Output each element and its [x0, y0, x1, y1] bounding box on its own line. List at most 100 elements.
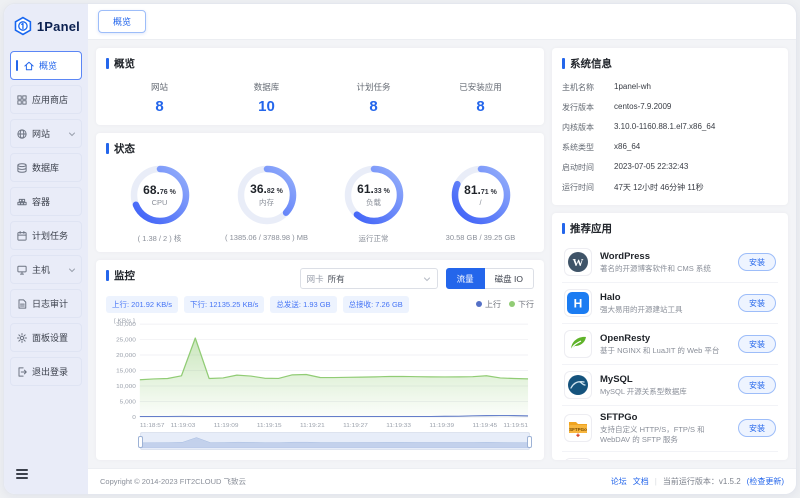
sidebar-item-label: 数据库	[32, 163, 60, 173]
gauge-: 36.82 % 内存 ( 1385.06 / 3788.98 ) MB	[213, 164, 320, 244]
legend-item[interactable]: 上行	[476, 299, 501, 310]
legend-item[interactable]: 下行	[509, 299, 534, 310]
sidebar-item-home[interactable]: 概览	[10, 51, 82, 80]
svg-text:5,000: 5,000	[120, 399, 137, 406]
docs-link[interactable]: 文档	[633, 476, 649, 487]
app-name-link[interactable]: OpenResty	[600, 333, 730, 344]
overview-stat: 计划任务 8	[320, 81, 427, 115]
svg-text:SFTPGo: SFTPGo	[569, 427, 587, 432]
brand-logo[interactable]: 1Panel	[4, 4, 88, 44]
stat-value-link[interactable]: 8	[106, 98, 213, 115]
svg-text:10,000: 10,000	[116, 383, 136, 390]
tab-overview[interactable]: 概览	[98, 10, 147, 33]
sidebar-item-database[interactable]: 数据库	[10, 153, 82, 182]
footer-separator: |	[654, 477, 657, 486]
install-button[interactable]: 安装	[738, 294, 776, 312]
check-update-link[interactable]: (检查更新)	[747, 476, 784, 487]
footer: Copyright © 2014-2023 FIT2CLOUD 飞致云 论坛 文…	[88, 468, 796, 494]
svg-text:W: W	[573, 257, 584, 269]
stat-value-link[interactable]: 10	[213, 98, 320, 115]
install-button[interactable]: 安装	[738, 335, 776, 353]
monitor-header: 监控 网卡 所有 流量 磁盘 IO	[106, 268, 534, 289]
app-row-sftpgo: SFTPGo SFTPGo 支持自定义 HTTP/S，FTP/S 和 WebDA…	[562, 405, 778, 451]
info-value: centos-7.9.2009	[614, 101, 672, 111]
overview-stat: 网站 8	[106, 81, 213, 115]
chevron-down-icon	[68, 130, 76, 138]
sidebar-item-label: 应用商店	[32, 95, 69, 105]
datazoom-handle-right[interactable]	[527, 435, 532, 448]
database-icon	[16, 162, 28, 174]
logout-icon	[16, 366, 28, 378]
install-button[interactable]: 安装	[738, 376, 776, 394]
app-info: OpenResty 基于 NGINX 和 LuaJIT 的 Web 平台	[600, 333, 730, 356]
datazoom-handle-left[interactable]	[138, 435, 143, 448]
schedule-icon	[16, 230, 28, 242]
app-info: Halo 强大易用的开源建站工具	[600, 292, 730, 315]
stat-label: 数据库	[253, 82, 280, 92]
gauge-detail: ( 1.38 / 2 ) 核	[137, 234, 182, 243]
gauge-: 81.71 % / 30.58 GB / 39.25 GB	[427, 164, 534, 244]
chart-datazoom-slider[interactable]	[138, 431, 532, 450]
app-name-link[interactable]: WordPress	[600, 251, 730, 262]
sidebar-item-globe[interactable]: 网站	[10, 119, 82, 148]
traffic-mode-button[interactable]: 流量	[445, 268, 485, 289]
gauge-detail: ( 1385.06 / 3788.98 ) MB	[225, 233, 308, 242]
disk-io-mode-button[interactable]: 磁盘 IO	[484, 268, 534, 289]
app-name-link[interactable]: SFTPGo	[600, 412, 730, 423]
info-label: 主机名称	[562, 82, 594, 92]
footer-links: 论坛 文档 | 当前运行版本：v1.5.2 (检查更新)	[611, 476, 784, 487]
stat-value-link[interactable]: 8	[427, 98, 534, 115]
sidebar-item-store[interactable]: 应用商店	[10, 85, 82, 114]
stat-label: 计划任务	[356, 82, 391, 92]
traffic-chart: [ KB/s ]05,00010,00015,00020,00025,00030…	[114, 318, 529, 429]
gauge-detail: 运行正常	[358, 234, 389, 243]
gauge-label: 内存	[259, 197, 274, 207]
info-value: 2023-07-05 22:32:43	[614, 161, 689, 171]
brand-logo-icon	[14, 16, 32, 36]
recommended-apps-title: 推荐应用	[562, 221, 778, 236]
audit-icon	[16, 298, 28, 310]
stat-label: 已安装应用	[459, 82, 502, 92]
brand-name: 1Panel	[36, 18, 80, 34]
recommended-apps-card: 推荐应用 W WordPress 著名的开源博客软件和 CMS 系统 安装 H …	[552, 213, 788, 460]
sidebar-item-settings[interactable]: 面板设置	[10, 323, 82, 352]
app-name-link[interactable]: MySQL	[600, 374, 730, 385]
store-icon	[16, 94, 28, 106]
traffic-tag: 下行: 12135.25 KB/s	[184, 296, 265, 313]
version-text: 当前运行版本：v1.5.2	[662, 477, 741, 486]
sidebar-item-host[interactable]: 主机	[10, 255, 82, 284]
gauge-CPU: 68.76 % CPU ( 1.38 / 2 ) 核	[106, 164, 213, 244]
stat-value-link[interactable]: 8	[320, 98, 427, 115]
svg-text:11:19:51: 11:19:51	[503, 422, 528, 429]
datazoom-selection[interactable]	[141, 432, 529, 449]
chevron-down-icon	[68, 266, 76, 274]
svg-text:0: 0	[132, 414, 136, 421]
svg-text:11:19:15: 11:19:15	[257, 422, 282, 429]
nic-select-value: 所有	[327, 273, 345, 284]
app-name-link[interactable]: Halo	[600, 292, 730, 303]
settings-icon	[16, 332, 28, 344]
dataease-icon	[564, 457, 592, 460]
install-button[interactable]: 安装	[738, 253, 776, 271]
info-value: 47天 12小时 46分钟 11秒	[614, 182, 704, 192]
nic-select[interactable]: 网卡 所有	[299, 268, 438, 289]
sidebar-item-logout[interactable]: 退出登录	[10, 357, 82, 386]
info-label: 启动时间	[562, 162, 594, 172]
sidebar-item-container[interactable]: 容器	[10, 187, 82, 216]
system-info-row: 启动时间 2023-07-05 22:32:43	[562, 157, 778, 177]
topbar: 概览	[88, 4, 796, 40]
gauge-label: 负载	[366, 197, 381, 207]
install-button[interactable]: 安装	[738, 419, 776, 438]
gauge-: 61.33 % 负载 运行正常	[320, 164, 427, 244]
system-info-row: 发行版本 centos-7.9.2009	[562, 97, 778, 117]
sidebar-item-audit[interactable]: 日志审计	[10, 289, 82, 318]
forum-link[interactable]: 论坛	[611, 476, 627, 487]
apps-list: W WordPress 著名的开源博客软件和 CMS 系统 安装 H Halo …	[562, 242, 778, 460]
sidebar-item-label: 容器	[32, 197, 51, 207]
status-card: 状态 68.76 % CPU ( 1.38 / 2 ) 核 36.82 % 内存…	[96, 133, 544, 252]
right-column: 系统信息 主机名称 1panel-wh 发行版本 centos-7.9.2009 内…	[552, 48, 788, 460]
sidebar-collapse-button[interactable]	[4, 459, 88, 494]
monitor-card-title: 监控	[106, 268, 135, 283]
overview-stats: 网站 8 数据库 10 计划任务 8 已安装应用 8	[106, 77, 534, 117]
sidebar-item-schedule[interactable]: 计划任务	[10, 221, 82, 250]
